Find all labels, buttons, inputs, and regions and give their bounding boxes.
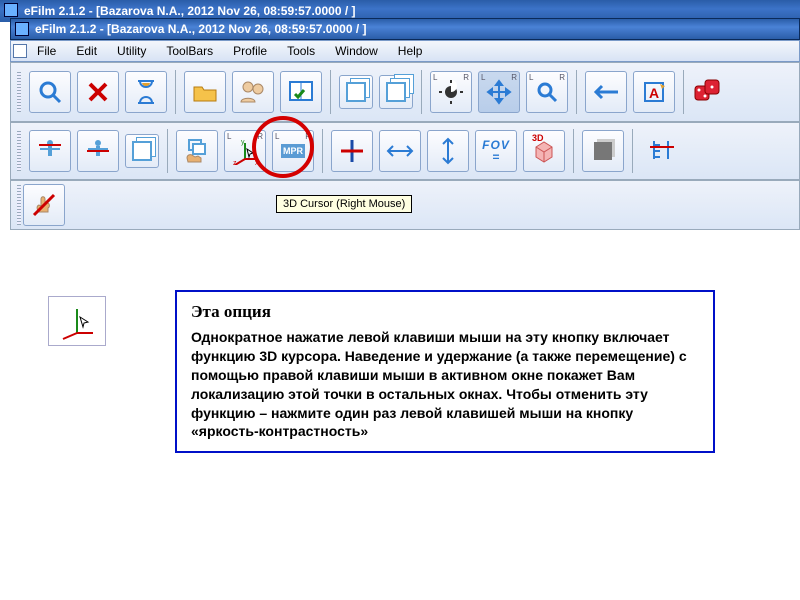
menu-help[interactable]: Help bbox=[390, 42, 431, 60]
body-icon bbox=[85, 138, 111, 164]
menu-toolbars[interactable]: ToolBars bbox=[158, 42, 221, 60]
separator bbox=[167, 129, 168, 173]
double-arrow-v-icon bbox=[440, 136, 456, 166]
dice-button[interactable] bbox=[692, 71, 722, 113]
annotation-button[interactable]: A bbox=[633, 71, 675, 113]
svg-text:y: y bbox=[241, 139, 245, 146]
body-icon bbox=[37, 138, 63, 164]
toolbar-row-2: y x z MPR FOV = 3D bbox=[10, 122, 800, 180]
dice-icon bbox=[693, 78, 721, 106]
tooltip: 3D Cursor (Right Mouse) bbox=[276, 195, 412, 213]
series-stack-button[interactable] bbox=[125, 134, 159, 168]
3d-axes-cursor-icon bbox=[57, 301, 97, 341]
hand-slash-icon bbox=[31, 192, 57, 218]
svg-text:z: z bbox=[233, 160, 237, 165]
mpr-icon: MPR bbox=[281, 144, 305, 158]
hand-disabled-button[interactable] bbox=[23, 184, 65, 226]
toolbar-grip[interactable] bbox=[17, 185, 21, 225]
separator bbox=[573, 129, 574, 173]
link-stack-hand-icon bbox=[183, 138, 211, 164]
3d-button[interactable]: 3D bbox=[523, 130, 565, 172]
brightness-icon bbox=[439, 80, 463, 104]
menu-tools[interactable]: Tools bbox=[279, 42, 323, 60]
3d-axes-cursor-icon: y x z bbox=[231, 137, 259, 165]
menu-window[interactable]: Window bbox=[327, 42, 386, 60]
toolbar-grip[interactable] bbox=[17, 131, 21, 171]
hourglass-icon bbox=[136, 79, 156, 105]
toolbar-grip[interactable] bbox=[17, 72, 21, 112]
calipers-icon bbox=[648, 137, 676, 165]
toolbar-row-1: A bbox=[10, 62, 800, 122]
separator bbox=[576, 70, 577, 114]
info-body: Однократное нажатие левой клавиши мыши н… bbox=[191, 328, 699, 441]
cube-3d-label: 3D bbox=[532, 133, 544, 143]
tile-2-button[interactable] bbox=[339, 75, 373, 109]
menu-edit[interactable]: Edit bbox=[68, 42, 105, 60]
arrow-left-button[interactable] bbox=[585, 71, 627, 113]
annotation-a-icon: A bbox=[642, 80, 666, 104]
info-title: Эта опция bbox=[191, 302, 699, 322]
pan-button[interactable] bbox=[478, 71, 520, 113]
hourglass-button[interactable] bbox=[125, 71, 167, 113]
mpr-button[interactable]: MPR bbox=[272, 130, 314, 172]
x-icon bbox=[86, 80, 110, 104]
zoom-button[interactable] bbox=[526, 71, 568, 113]
separator bbox=[632, 129, 633, 173]
separator bbox=[175, 70, 176, 114]
book-button[interactable] bbox=[280, 71, 322, 113]
menubar: File Edit Utility ToolBars Profile Tools… bbox=[10, 40, 800, 62]
separator bbox=[421, 70, 422, 114]
titlebar-back-text: eFilm 2.1.2 - [Bazarova N.A., 2012 Nov 2… bbox=[24, 4, 356, 18]
crosshair-icon bbox=[339, 138, 365, 164]
stack-icon bbox=[386, 82, 406, 102]
separator bbox=[683, 70, 684, 114]
fov-button[interactable]: FOV = bbox=[475, 130, 517, 172]
magnifier-icon bbox=[38, 80, 62, 104]
brightness-contrast-button[interactable] bbox=[430, 71, 472, 113]
h-swap-button[interactable] bbox=[379, 130, 421, 172]
separator bbox=[322, 129, 323, 173]
patient-orient-2-button[interactable] bbox=[77, 130, 119, 172]
app-icon bbox=[15, 22, 29, 36]
mdi-system-icon[interactable] bbox=[13, 44, 27, 58]
v-swap-button[interactable] bbox=[427, 130, 469, 172]
svg-text:A: A bbox=[649, 85, 659, 101]
menu-file[interactable]: File bbox=[29, 42, 64, 60]
book-check-icon bbox=[288, 80, 314, 104]
gray-square-button[interactable] bbox=[582, 130, 624, 172]
separator bbox=[330, 70, 331, 114]
pan-arrows-icon bbox=[486, 79, 512, 105]
folder-icon bbox=[192, 81, 218, 103]
link-hand-button[interactable] bbox=[176, 130, 218, 172]
3d-cursor-button[interactable]: y x z bbox=[224, 130, 266, 172]
svg-text:x: x bbox=[255, 160, 259, 165]
crosshair-button[interactable] bbox=[331, 130, 373, 172]
tile-3-button[interactable] bbox=[379, 75, 413, 109]
folder-button[interactable] bbox=[184, 71, 226, 113]
menu-utility[interactable]: Utility bbox=[109, 42, 154, 60]
menu-profile[interactable]: Profile bbox=[225, 42, 275, 60]
magnifier-icon bbox=[536, 81, 558, 103]
patient-orient-1-button[interactable] bbox=[29, 130, 71, 172]
titlebar-foreground[interactable]: eFilm 2.1.2 - [Bazarova N.A., 2012 Nov 2… bbox=[10, 18, 800, 40]
fov-eq-label: = bbox=[492, 151, 499, 163]
users-icon bbox=[239, 80, 267, 104]
users-button[interactable] bbox=[232, 71, 274, 113]
search-button[interactable] bbox=[29, 71, 71, 113]
app-icon bbox=[4, 3, 18, 17]
stack-icon bbox=[132, 141, 152, 161]
info-box: Эта опция Однократное нажатие левой клав… bbox=[175, 290, 715, 453]
titlebar-front-text: eFilm 2.1.2 - [Bazarova N.A., 2012 Nov 2… bbox=[35, 22, 367, 36]
close-button[interactable] bbox=[77, 71, 119, 113]
info-thumbnail bbox=[48, 296, 106, 346]
stack-icon bbox=[346, 82, 366, 102]
arrow-left-icon bbox=[592, 83, 620, 101]
double-arrow-h-icon bbox=[385, 143, 415, 159]
square-icon bbox=[594, 142, 612, 160]
measure-button[interactable] bbox=[641, 130, 683, 172]
